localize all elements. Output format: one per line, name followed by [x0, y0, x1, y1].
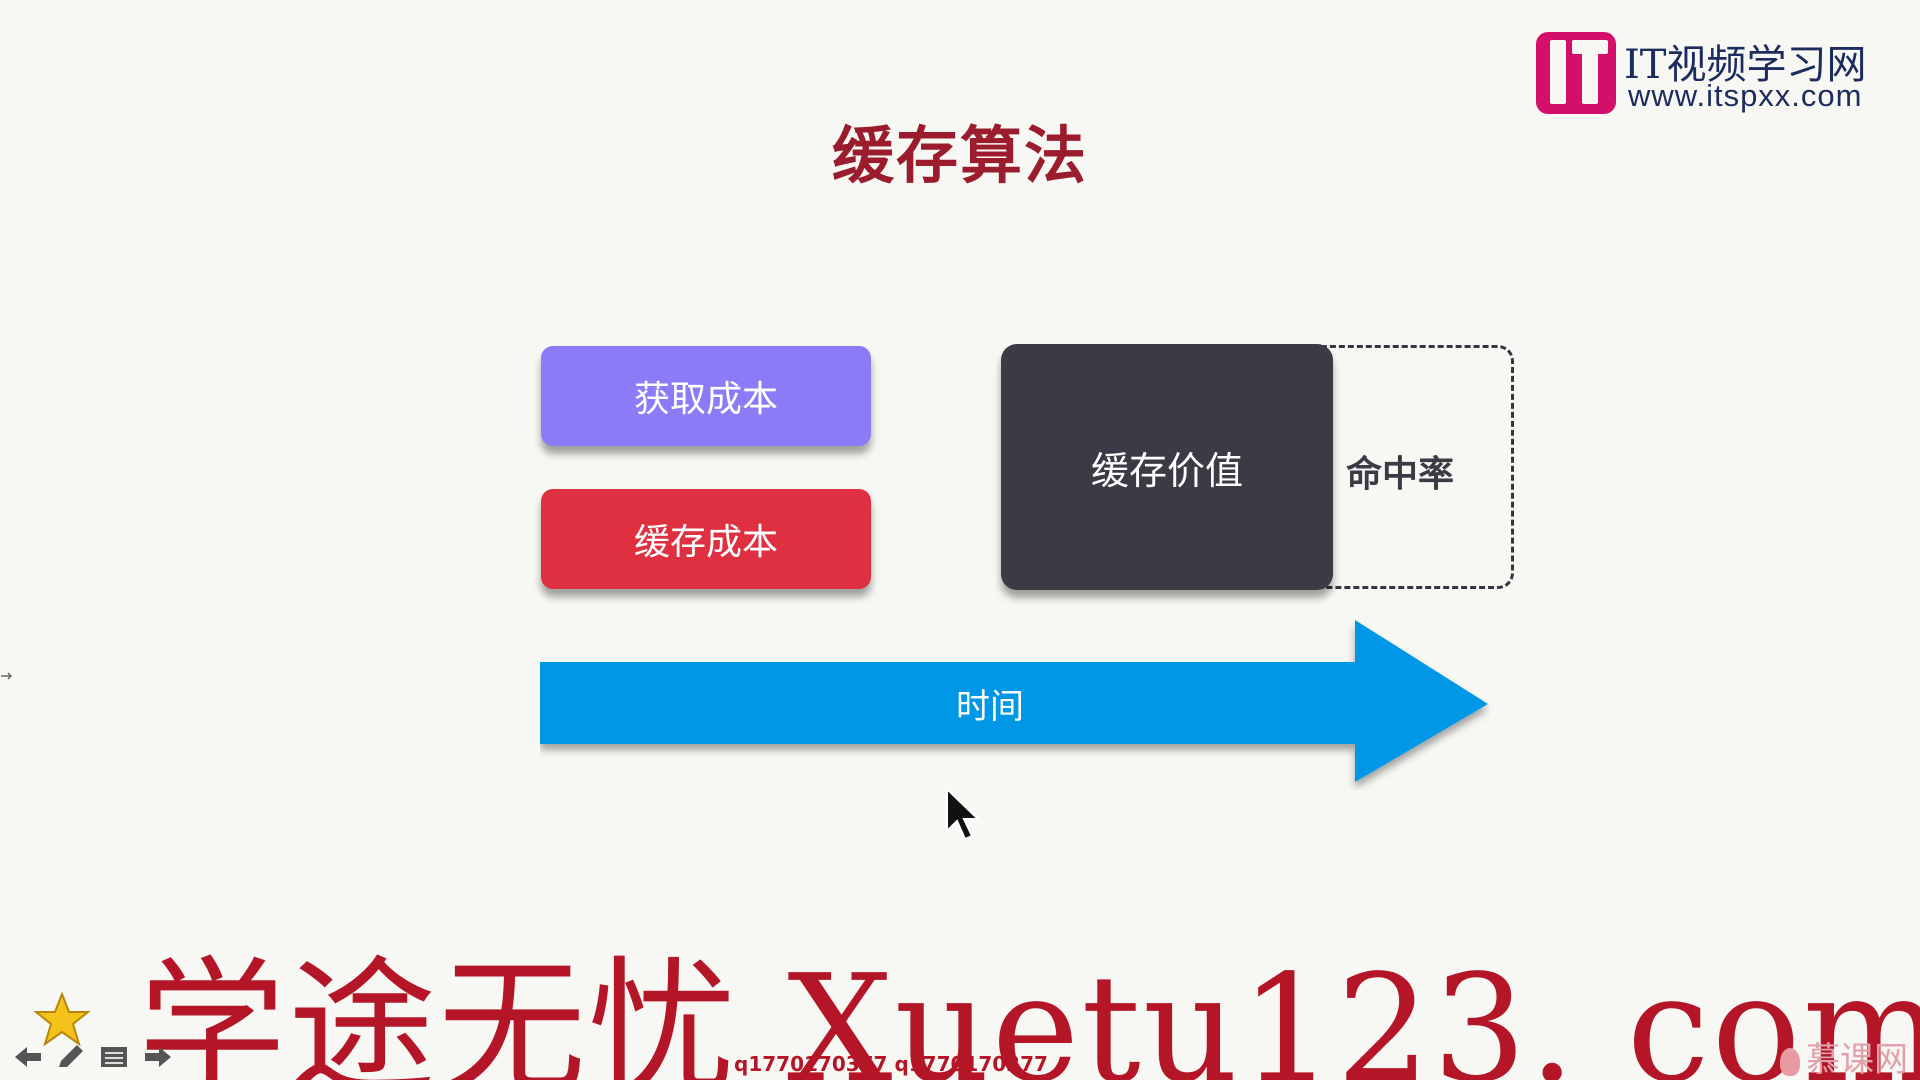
slide-title: 缓存算法 — [831, 119, 1088, 192]
slide-canvas: IT视频学习网 www.itspxx.com 缓存算法 获取成本 缓存成本 缓存… — [0, 0, 1920, 1080]
star-icon[interactable] — [32, 990, 92, 1050]
imooc-text: 慕课网 — [1806, 1040, 1908, 1080]
imooc-logo: 慕课网 — [1780, 1032, 1908, 1080]
pen-icon[interactable] — [52, 1042, 88, 1072]
timeline-label: 时间 — [956, 687, 1024, 727]
mouse-cursor-icon — [946, 787, 981, 841]
acquire-cost-card: 获取成本 — [541, 346, 871, 446]
hit-rate-label: 命中率 — [1346, 454, 1455, 495]
it-logo-icon — [1536, 32, 1616, 114]
cache-value-card: 缓存价值 — [1001, 344, 1333, 590]
slideshow-controls — [10, 990, 180, 1075]
flame-icon — [1780, 1047, 1800, 1076]
resize-handle-icon — [1, 672, 12, 680]
cache-cost-card: 缓存成本 — [541, 489, 871, 589]
watermark-subtext: q1770170377 q1770170377 — [734, 1052, 1048, 1076]
forward-arrow-icon[interactable] — [140, 1042, 176, 1072]
back-arrow-icon[interactable] — [10, 1042, 46, 1072]
menu-icon[interactable] — [96, 1042, 132, 1072]
